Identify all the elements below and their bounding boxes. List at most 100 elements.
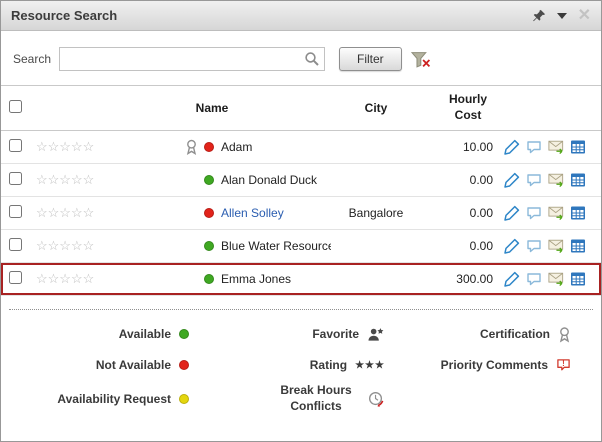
legend-not-available-label: Not Available	[96, 358, 171, 372]
table-row[interactable]: ☆☆☆☆☆ Allen Solley Bangalore 0.00	[1, 197, 601, 230]
legend-priority-comments-label: Priority Comments	[441, 358, 548, 372]
clear-filter-icon[interactable]	[411, 51, 431, 68]
legend-rating: Rating ★★★	[189, 352, 385, 378]
send-mail-icon[interactable]	[548, 271, 564, 287]
city-cell: Bangalore	[331, 206, 421, 220]
edit-icon[interactable]	[504, 172, 520, 188]
close-icon[interactable]: ✕	[578, 8, 591, 24]
legend-separator: Available Favorite Certification Not Ava…	[9, 309, 593, 414]
legend-empty-cell	[385, 383, 593, 414]
send-mail-icon[interactable]	[548, 172, 564, 188]
row-checkbox[interactable]	[9, 238, 22, 251]
calendar-icon[interactable]	[570, 238, 586, 254]
send-mail-icon[interactable]	[548, 238, 564, 254]
rating-stars[interactable]: ☆☆☆☆☆	[31, 139, 93, 155]
calendar-icon[interactable]	[570, 172, 586, 188]
select-all-checkbox[interactable]	[9, 100, 22, 113]
edit-icon[interactable]	[504, 205, 520, 221]
availability-dot	[204, 274, 214, 284]
column-header-hourly-cost[interactable]: Hourly Cost	[421, 92, 501, 123]
resource-name[interactable]: Alan Donald Duck	[221, 173, 317, 187]
availability-dot	[204, 241, 214, 251]
priority-comments-icon	[556, 358, 571, 372]
rating-stars[interactable]: ☆☆☆☆☆	[31, 238, 93, 254]
legend-break-hours-conflicts: Break Hours Conflicts	[189, 383, 385, 414]
certification-slot	[184, 238, 199, 255]
search-input[interactable]	[59, 47, 325, 71]
legend-availability-request: Availability Request	[9, 383, 189, 414]
table-row[interactable]: ☆☆☆☆☆ Alan Donald Duck 0.00	[1, 164, 601, 197]
rating-stars[interactable]: ☆☆☆☆☆	[31, 271, 93, 287]
table-row[interactable]: ☆☆☆☆☆ Adam 10.00	[1, 131, 601, 164]
comment-icon[interactable]	[526, 172, 542, 188]
rating-stars[interactable]: ☆☆☆☆☆	[31, 172, 93, 188]
legend-certification: Certification	[385, 321, 593, 347]
edit-icon[interactable]	[504, 238, 520, 254]
table-row[interactable]: ☆☆☆☆☆ Blue Water Resource 0.00	[1, 230, 601, 263]
legend-not-available: Not Available	[9, 352, 189, 378]
row-checkbox[interactable]	[9, 205, 22, 218]
search-label: Search	[13, 52, 59, 66]
availability-dot	[204, 208, 214, 218]
window-title: Resource Search	[11, 8, 117, 23]
availability-dot	[204, 175, 214, 185]
column-header-name[interactable]: Name	[93, 101, 331, 115]
availability-dot	[204, 142, 214, 152]
legend-rating-label: Rating	[310, 358, 347, 372]
edit-icon[interactable]	[504, 271, 520, 287]
row-checkbox[interactable]	[9, 271, 22, 284]
certification-icon	[184, 139, 199, 156]
hourly-cost-cell: 0.00	[421, 173, 501, 187]
send-mail-icon[interactable]	[548, 139, 564, 155]
row-checkbox[interactable]	[9, 139, 22, 152]
titlebar: Resource Search ✕	[1, 1, 601, 31]
hourly-cost-cell: 0.00	[421, 206, 501, 220]
legend-favorite-label: Favorite	[312, 327, 359, 341]
rating-stars-icon: ★★★	[355, 360, 385, 371]
calendar-icon[interactable]	[570, 205, 586, 221]
comment-icon[interactable]	[526, 139, 542, 155]
table-row-selected[interactable]: ☆☆☆☆☆ Emma Jones 300.00	[1, 263, 601, 296]
search-icon[interactable]	[304, 51, 320, 67]
resource-search-window: Resource Search ✕ Search Filter Name Cit…	[0, 0, 602, 442]
calendar-icon[interactable]	[570, 271, 586, 287]
column-header-city[interactable]: City	[331, 101, 421, 115]
legend: Available Favorite Certification Not Ava…	[9, 321, 593, 414]
send-mail-icon[interactable]	[548, 205, 564, 221]
legend-certification-label: Certification	[480, 327, 550, 341]
availability-request-dot-icon	[179, 394, 189, 404]
certification-slot	[184, 271, 199, 288]
row-checkbox[interactable]	[9, 172, 22, 185]
legend-available-label: Available	[119, 327, 171, 341]
resource-name[interactable]: Emma Jones	[221, 272, 291, 286]
hourly-cost-cell: 300.00	[421, 272, 501, 286]
comment-icon[interactable]	[526, 205, 542, 221]
legend-availability-request-label: Availability Request	[57, 392, 171, 406]
table-header: Name City Hourly Cost	[1, 85, 601, 131]
certification-icon	[558, 326, 571, 343]
comment-icon[interactable]	[526, 238, 542, 254]
resource-name[interactable]: Adam	[221, 140, 252, 154]
comment-icon[interactable]	[526, 271, 542, 287]
calendar-icon[interactable]	[570, 139, 586, 155]
resource-name[interactable]: Blue Water Resource	[221, 239, 331, 253]
legend-favorite: Favorite	[189, 321, 385, 347]
chevron-down-icon[interactable]	[557, 13, 567, 19]
legend-break-hours-label: Break Hours Conflicts	[273, 383, 359, 414]
hourly-cost-cell: 10.00	[421, 140, 501, 154]
not-available-dot-icon	[179, 360, 189, 370]
rating-stars[interactable]: ☆☆☆☆☆	[31, 205, 93, 221]
break-hours-conflicts-icon	[367, 390, 385, 408]
legend-priority-comments: Priority Comments	[385, 352, 593, 378]
pin-icon[interactable]	[532, 9, 546, 23]
certification-slot	[184, 172, 199, 189]
favorite-icon	[367, 327, 385, 342]
filter-button[interactable]: Filter	[339, 47, 402, 71]
search-bar: Search Filter	[1, 31, 601, 85]
edit-icon[interactable]	[504, 139, 520, 155]
available-dot-icon	[179, 329, 189, 339]
search-box	[59, 47, 325, 71]
hourly-cost-cell: 0.00	[421, 239, 501, 253]
certification-slot	[184, 205, 199, 222]
resource-name-link[interactable]: Allen Solley	[221, 206, 284, 220]
